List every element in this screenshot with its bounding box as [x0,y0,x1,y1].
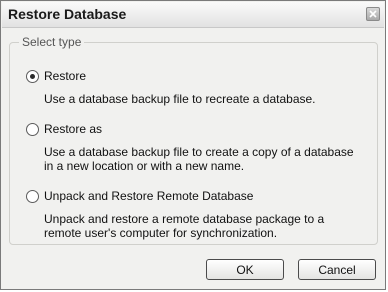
dialog-title: Restore Database [8,6,127,22]
radio-selected-dot [30,74,35,79]
radio-unpack-restore-remote[interactable] [26,190,39,203]
close-icon [369,10,377,18]
close-button[interactable] [366,7,380,21]
radio-restore-as[interactable] [26,123,39,136]
option-desc-restore-as-line1: Use a database backup file to create a c… [44,145,354,159]
option-desc-restore: Use a database backup file to recreate a… [44,92,316,106]
option-desc-unpack-line1: Unpack and restore a remote database pac… [44,212,325,226]
title-bar[interactable]: Restore Database [2,2,384,28]
option-label-restore-as[interactable]: Restore as [44,122,102,136]
radio-restore[interactable] [26,70,39,83]
option-desc-restore-as-line2: in a new location or with a new name. [44,159,245,173]
option-label-restore[interactable]: Restore [44,69,86,83]
group-legend: Select type [19,35,85,49]
option-label-unpack-restore-remote[interactable]: Unpack and Restore Remote Database [44,189,253,203]
cancel-button[interactable]: Cancel [298,259,376,280]
option-desc-unpack-line2: remote user's computer for synchronizati… [44,226,278,240]
ok-button[interactable]: OK [206,259,284,280]
